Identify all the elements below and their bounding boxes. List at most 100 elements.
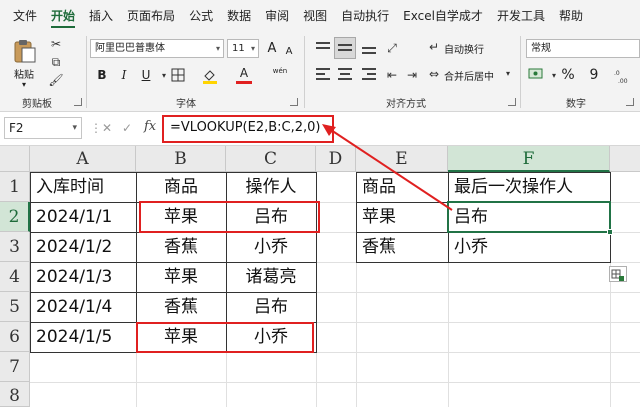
align-bottom-button[interactable] (358, 37, 380, 59)
cell-e3[interactable]: 香蕉 (362, 232, 396, 262)
row-header-4[interactable]: 4 (0, 262, 30, 292)
wrap-text-icon[interactable]: ↵ (426, 39, 442, 55)
row-header-8[interactable]: 8 (0, 382, 30, 407)
wrap-text-button[interactable]: 自动换行 (444, 41, 484, 56)
cell-a6[interactable]: 2024/1/5 (36, 322, 112, 352)
borders-icon[interactable] (170, 68, 186, 84)
alignment-launcher-icon[interactable] (508, 98, 516, 106)
number-group-label: 数字 (566, 99, 586, 110)
menu-formulas[interactable]: 公式 (182, 0, 220, 32)
align-left-button[interactable] (312, 63, 334, 85)
menu-excel-self-study[interactable]: Excel自学成才 (396, 0, 490, 32)
merge-center-icon[interactable]: ⇔ (426, 66, 442, 82)
cell-c1[interactable]: 操作人 (226, 172, 316, 202)
menu-data[interactable]: 数据 (220, 0, 258, 32)
row-header-1[interactable]: 1 (0, 172, 30, 202)
menu-view[interactable]: 视图 (296, 0, 334, 32)
cell-a2[interactable]: 2024/1/1 (36, 202, 112, 232)
fill-color-icon[interactable] (202, 68, 218, 84)
cancel-icon[interactable]: ✕ (102, 121, 112, 135)
cell-f3[interactable]: 小乔 (454, 232, 488, 262)
column-header-e[interactable]: E (356, 146, 448, 172)
menu-insert[interactable]: 插入 (82, 0, 120, 32)
bold-button[interactable]: B (94, 65, 110, 85)
more-options-icon[interactable]: ⋮ (90, 121, 102, 135)
font-launcher-icon[interactable] (290, 98, 298, 106)
paste-icon[interactable] (12, 38, 38, 64)
fill-handle[interactable] (607, 229, 613, 235)
clipboard-launcher-icon[interactable] (74, 98, 82, 106)
column-header-c[interactable]: C (226, 146, 316, 172)
column-header-b[interactable]: B (136, 146, 226, 172)
cell-b4[interactable]: 苹果 (136, 262, 226, 292)
row-header-6[interactable]: 6 (0, 322, 30, 352)
chevron-down-icon: ▾ (215, 44, 220, 53)
column-header-f[interactable]: F (448, 146, 610, 172)
cell-a4[interactable]: 2024/1/3 (36, 262, 112, 292)
menu-home[interactable]: 开始 (44, 0, 82, 32)
font-size-select[interactable]: 11 ▾ (227, 39, 259, 58)
cell-e1[interactable]: 商品 (362, 172, 396, 202)
cell-a3[interactable]: 2024/1/2 (36, 232, 112, 262)
percent-button[interactable]: % (560, 65, 576, 85)
paste-dropdown-icon[interactable]: ▾ (22, 80, 26, 89)
cut-icon[interactable]: ✂ (48, 36, 64, 52)
align-right-button[interactable] (358, 63, 380, 85)
number-launcher-icon[interactable] (626, 98, 634, 106)
cell-b1[interactable]: 商品 (136, 172, 226, 202)
menu-page-layout[interactable]: 页面布局 (120, 0, 182, 32)
orientation-icon[interactable]: ⤢ (384, 40, 400, 56)
cell-c5[interactable]: 吕布 (226, 292, 316, 322)
column-header-a[interactable]: A (30, 146, 136, 172)
cell-e2[interactable]: 苹果 (362, 202, 396, 232)
font-name-value: 阿里巴巴普惠体 (95, 43, 165, 54)
menu-help[interactable]: 帮助 (552, 0, 590, 32)
enter-icon[interactable]: ✓ (122, 121, 132, 135)
svg-text:.00: .00 (618, 78, 628, 84)
cell-c3[interactable]: 小乔 (226, 232, 316, 262)
comma-style-button[interactable]: 9 (586, 65, 602, 85)
copy-icon[interactable]: ⧉ (48, 54, 64, 70)
align-top-button[interactable] (312, 37, 334, 59)
align-middle-button[interactable] (334, 37, 356, 59)
font-color-button[interactable]: A (236, 65, 252, 84)
italic-button[interactable]: I (116, 65, 132, 85)
row-header-5[interactable]: 5 (0, 292, 30, 322)
menu-automate[interactable]: 自动执行 (334, 0, 396, 32)
select-all-corner[interactable] (0, 146, 30, 172)
cell-a5[interactable]: 2024/1/4 (36, 292, 112, 322)
underline-button[interactable]: U (138, 65, 154, 85)
font-name-select[interactable]: 阿里巴巴普惠体 ▾ (90, 39, 224, 58)
increase-decimal-icon[interactable]: .0.00 (614, 68, 630, 85)
shrink-font-button[interactable]: A (282, 42, 296, 62)
cell-c4[interactable]: 诸葛亮 (226, 262, 316, 292)
quick-analysis-icon[interactable] (609, 266, 627, 282)
merge-center-button[interactable]: 合并后居中 (444, 68, 494, 83)
cell-b5[interactable]: 香蕉 (136, 292, 226, 322)
format-painter-icon[interactable]: 🖌 (48, 72, 64, 88)
paste-button[interactable]: 粘贴 (14, 66, 34, 81)
cell-a1[interactable]: 入库时间 (36, 172, 104, 202)
row-header-2[interactable]: 2 (0, 202, 30, 232)
decrease-indent-icon[interactable]: ⇤ (384, 67, 400, 83)
accounting-format-icon[interactable] (528, 66, 544, 82)
grow-font-button[interactable]: A (264, 39, 280, 59)
row-header-3[interactable]: 3 (0, 232, 30, 262)
insert-function-button[interactable]: fx (144, 119, 156, 134)
row-header-7[interactable]: 7 (0, 352, 30, 382)
svg-text:.0: .0 (614, 70, 620, 77)
chevron-down-icon[interactable]: ▾ (500, 66, 516, 82)
column-header-g[interactable] (610, 146, 640, 172)
menu-developer[interactable]: 开发工具 (490, 0, 552, 32)
menu-file[interactable]: 文件 (6, 0, 44, 32)
cell-f1[interactable]: 最后一次操作人 (454, 172, 573, 202)
phonetic-button[interactable]: wén (270, 65, 290, 85)
name-box[interactable]: F2 ▾ (4, 117, 82, 139)
menu-review[interactable]: 审阅 (258, 0, 296, 32)
cell-b3[interactable]: 香蕉 (136, 232, 226, 262)
increase-indent-icon[interactable]: ⇥ (404, 67, 420, 83)
number-format-select[interactable]: 常规 (526, 39, 640, 58)
column-header-d[interactable]: D (316, 146, 356, 172)
worksheet-grid[interactable]: A B C D E F 1 2 3 4 5 6 7 8 入库时间 商品 操作人 … (0, 146, 640, 407)
align-center-button[interactable] (334, 63, 356, 85)
